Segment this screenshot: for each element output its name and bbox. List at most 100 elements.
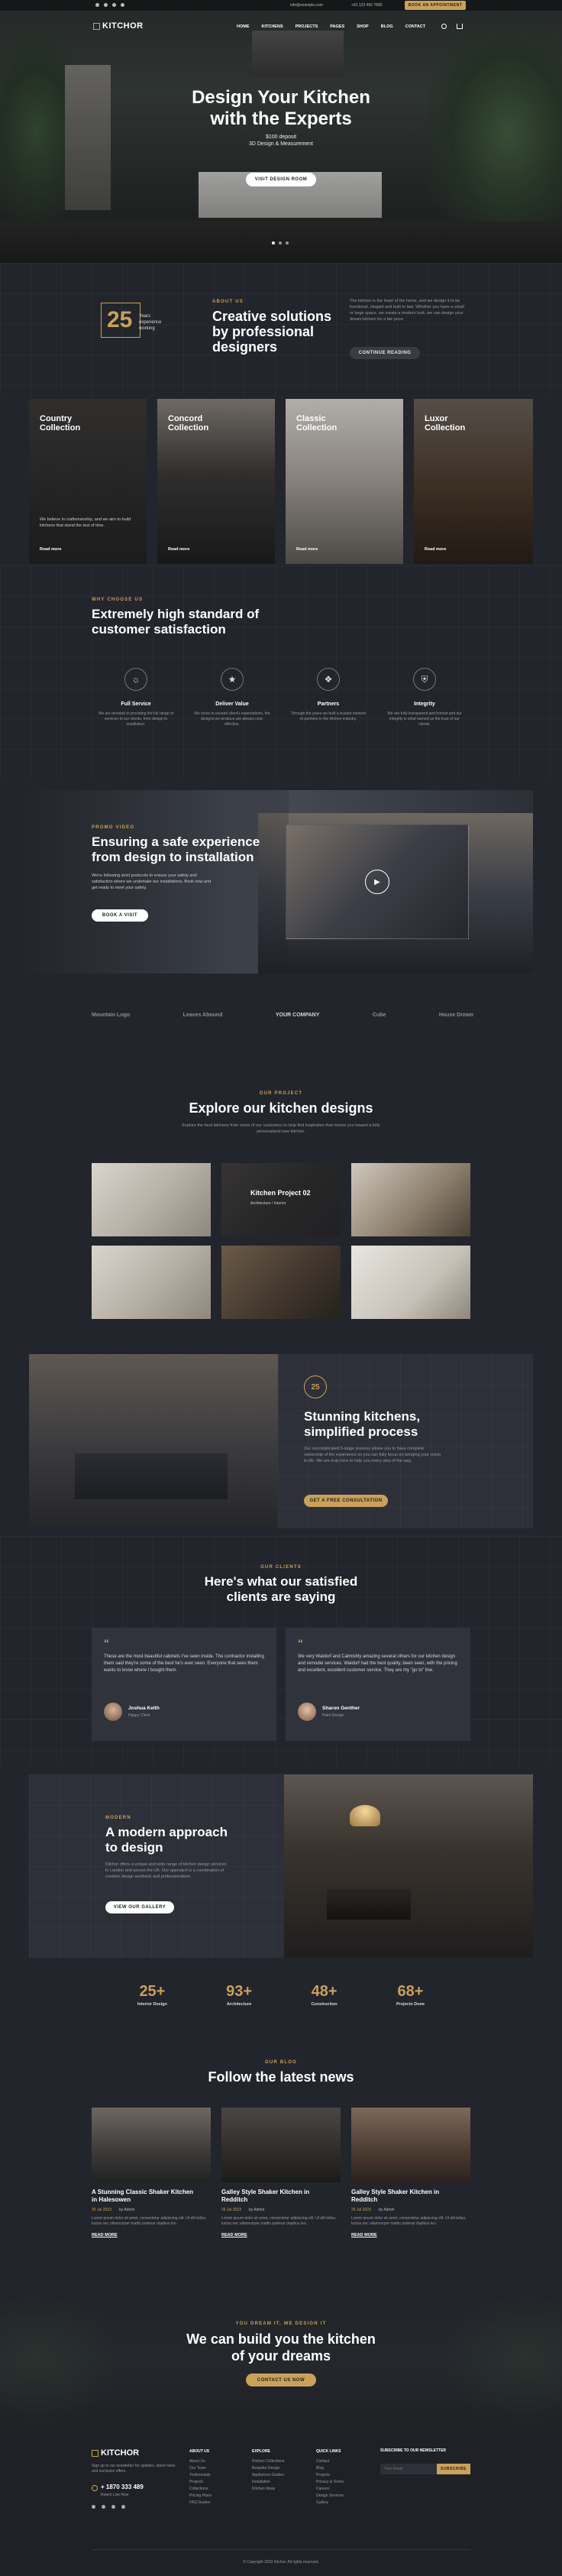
nav-item-home[interactable]: HOME: [237, 24, 250, 29]
project-tile-6[interactable]: [351, 1246, 470, 1319]
collection-card-2[interactable]: Concord Collection Read more: [157, 399, 275, 564]
nav-item-pages[interactable]: PAGES: [330, 24, 344, 29]
modern-image: [284, 1774, 533, 1958]
project-tile-2[interactable]: Kitchen Project 02 Architecture / Interi…: [221, 1163, 341, 1236]
footer-link[interactable]: Careers: [316, 2486, 344, 2493]
youtube-icon[interactable]: [121, 3, 124, 7]
footer-link[interactable]: Appliances Guides: [252, 2472, 285, 2479]
instagram-icon[interactable]: [111, 2505, 115, 2509]
subscribe-email-input[interactable]: [380, 2464, 437, 2474]
blog-post-3[interactable]: Galley Style Shaker Kitchen in Redditch …: [351, 2108, 470, 2260]
blog-post-1[interactable]: A Stunning Classic Shaker Kitchen in Hal…: [92, 2108, 211, 2260]
collection-card-3[interactable]: Classic Collection Read more: [286, 399, 403, 564]
blog-date: 25 Jul 2023: [221, 2208, 241, 2212]
blog-image[interactable]: [92, 2108, 211, 2182]
top-bar: info@example.com +91 123 456 7890 BOOK A…: [0, 0, 562, 11]
footer-link[interactable]: Our Team: [189, 2465, 212, 2472]
cart-icon[interactable]: [457, 24, 463, 29]
appointment-button[interactable]: BOOK AN APPOINTMENT: [405, 1, 466, 10]
slider-dot-1[interactable]: [272, 241, 275, 245]
project-tile-4[interactable]: [92, 1246, 211, 1319]
slider-dot-2[interactable]: [279, 241, 282, 245]
footer-col-title: SUBSCRIBE TO OUR NEWSLETTER: [380, 2448, 447, 2453]
collection-link[interactable]: Read more: [296, 547, 318, 552]
process-island: [75, 1453, 228, 1499]
about-title-line3: designers: [212, 339, 278, 355]
partner-logo-3[interactable]: YOUR COMPANY: [276, 1013, 319, 1018]
blog-post-2[interactable]: Galley Style Shaker Kitchen in Redditch …: [221, 2108, 341, 2260]
stat-4: 68+ Projects Done: [396, 1983, 425, 2014]
handshake-icon: ❖: [317, 668, 340, 691]
youtube-icon[interactable]: [121, 2505, 125, 2509]
nav-item-blog[interactable]: BLOG: [381, 24, 393, 29]
blog-image[interactable]: [351, 2108, 470, 2182]
read-more-link[interactable]: READ MORE: [92, 2233, 211, 2237]
twitter-icon[interactable]: [104, 3, 108, 7]
tag-icon: ★: [221, 668, 244, 691]
video-label: PROMO VIDEO: [92, 825, 135, 830]
blog-title: Follow the latest news: [208, 2069, 354, 2085]
footer-link[interactable]: Blog: [316, 2465, 344, 2472]
footer-link[interactable]: Collections: [189, 2486, 212, 2493]
hero-button[interactable]: VISIT DESIGN ROOM: [246, 173, 316, 186]
blog-author: by Admin: [118, 2208, 135, 2212]
read-more-link[interactable]: READ MORE: [221, 2233, 341, 2237]
nav-item-contact[interactable]: CONTACT: [405, 24, 425, 29]
partner-logo-5[interactable]: House Dream: [439, 1013, 473, 1018]
nav-item-projects[interactable]: PROJECTS: [296, 24, 318, 29]
footer-link[interactable]: Projects: [316, 2472, 344, 2479]
footer-link[interactable]: Privacy & Terms: [316, 2479, 344, 2486]
project-tile-3[interactable]: [351, 1163, 470, 1236]
footer-link[interactable]: Gallery: [316, 2500, 344, 2506]
footer-link[interactable]: Bespoke Design: [252, 2465, 285, 2472]
testimonial-text: These are the most beautiful cabinets I'…: [104, 1654, 264, 1673]
footer-link[interactable]: Design Services: [316, 2493, 344, 2500]
partner-logo-1[interactable]: Mountain Logo: [92, 1013, 130, 1018]
footer-link[interactable]: About Us: [189, 2458, 212, 2465]
play-icon[interactable]: ▶: [365, 870, 389, 894]
contact-us-button[interactable]: CONTACT US NOW: [246, 2373, 316, 2386]
facebook-icon[interactable]: [95, 3, 99, 7]
blog-image[interactable]: [221, 2108, 341, 2182]
slider-dot-3[interactable]: [286, 241, 289, 245]
footer-brand[interactable]: KITCHOR: [92, 2448, 139, 2458]
footer-link[interactable]: FAQ Guides: [189, 2500, 212, 2506]
instagram-icon[interactable]: [112, 3, 116, 7]
footer-phone[interactable]: + 1870 333 489: [101, 2484, 144, 2490]
footer-link[interactable]: Projects: [189, 2479, 212, 2486]
continue-reading-button[interactable]: CONTINUE READING: [350, 347, 420, 359]
search-icon[interactable]: [441, 24, 447, 29]
projects-label: OUR PROJECT: [259, 1091, 303, 1096]
partner-logo-4[interactable]: Cube: [373, 1013, 386, 1018]
collection-link[interactable]: Read more: [425, 547, 446, 552]
footer-link[interactable]: Pricing Plans: [189, 2493, 212, 2500]
testimonials-label: OUR CLIENTS: [260, 1565, 302, 1570]
read-more-link[interactable]: READ MORE: [351, 2233, 470, 2237]
footer-phone-label: Reach Live Now: [101, 2493, 129, 2497]
collection-card-4[interactable]: Luxor Collection Read more: [414, 399, 533, 564]
footer-link[interactable]: Installation: [252, 2479, 285, 2486]
view-gallery-button[interactable]: VIEW OUR GALLERY: [105, 1901, 174, 1913]
footer-link[interactable]: Kitchen Ideas: [252, 2486, 285, 2493]
collection-link[interactable]: Read more: [40, 547, 61, 552]
partner-logo-2[interactable]: Leaves Abound: [183, 1013, 223, 1018]
footer-link[interactable]: Testimonials: [189, 2472, 212, 2479]
topbar-email[interactable]: info@example.com: [290, 3, 323, 8]
facebook-icon[interactable]: [92, 2505, 95, 2509]
blog-date: 25 Jul 2023: [351, 2208, 371, 2212]
blog-post-title-line2: in Halesowen: [92, 2196, 131, 2203]
topbar-phone[interactable]: +91 123 456 7890: [351, 3, 382, 8]
footer-link[interactable]: Kitchen Collections: [252, 2458, 285, 2465]
brand-logo[interactable]: KITCHOR: [93, 21, 144, 31]
free-consultation-button[interactable]: GET A FREE CONSULTATION: [304, 1495, 388, 1507]
book-visit-button[interactable]: BOOK A VISIT: [92, 909, 148, 922]
footer-link[interactable]: Contact: [316, 2458, 344, 2465]
twitter-icon[interactable]: [102, 2505, 105, 2509]
subscribe-button[interactable]: SUBSCRIBE: [437, 2464, 470, 2474]
nav-item-shop[interactable]: SHOP: [357, 24, 369, 29]
nav-item-kitchens[interactable]: KITCHENS: [262, 24, 283, 29]
project-tile-5[interactable]: [221, 1246, 341, 1319]
collection-link[interactable]: Read more: [168, 547, 189, 552]
project-tile-1[interactable]: [92, 1163, 211, 1236]
collection-card-1[interactable]: Country Collection We believe in craftsm…: [29, 399, 147, 564]
